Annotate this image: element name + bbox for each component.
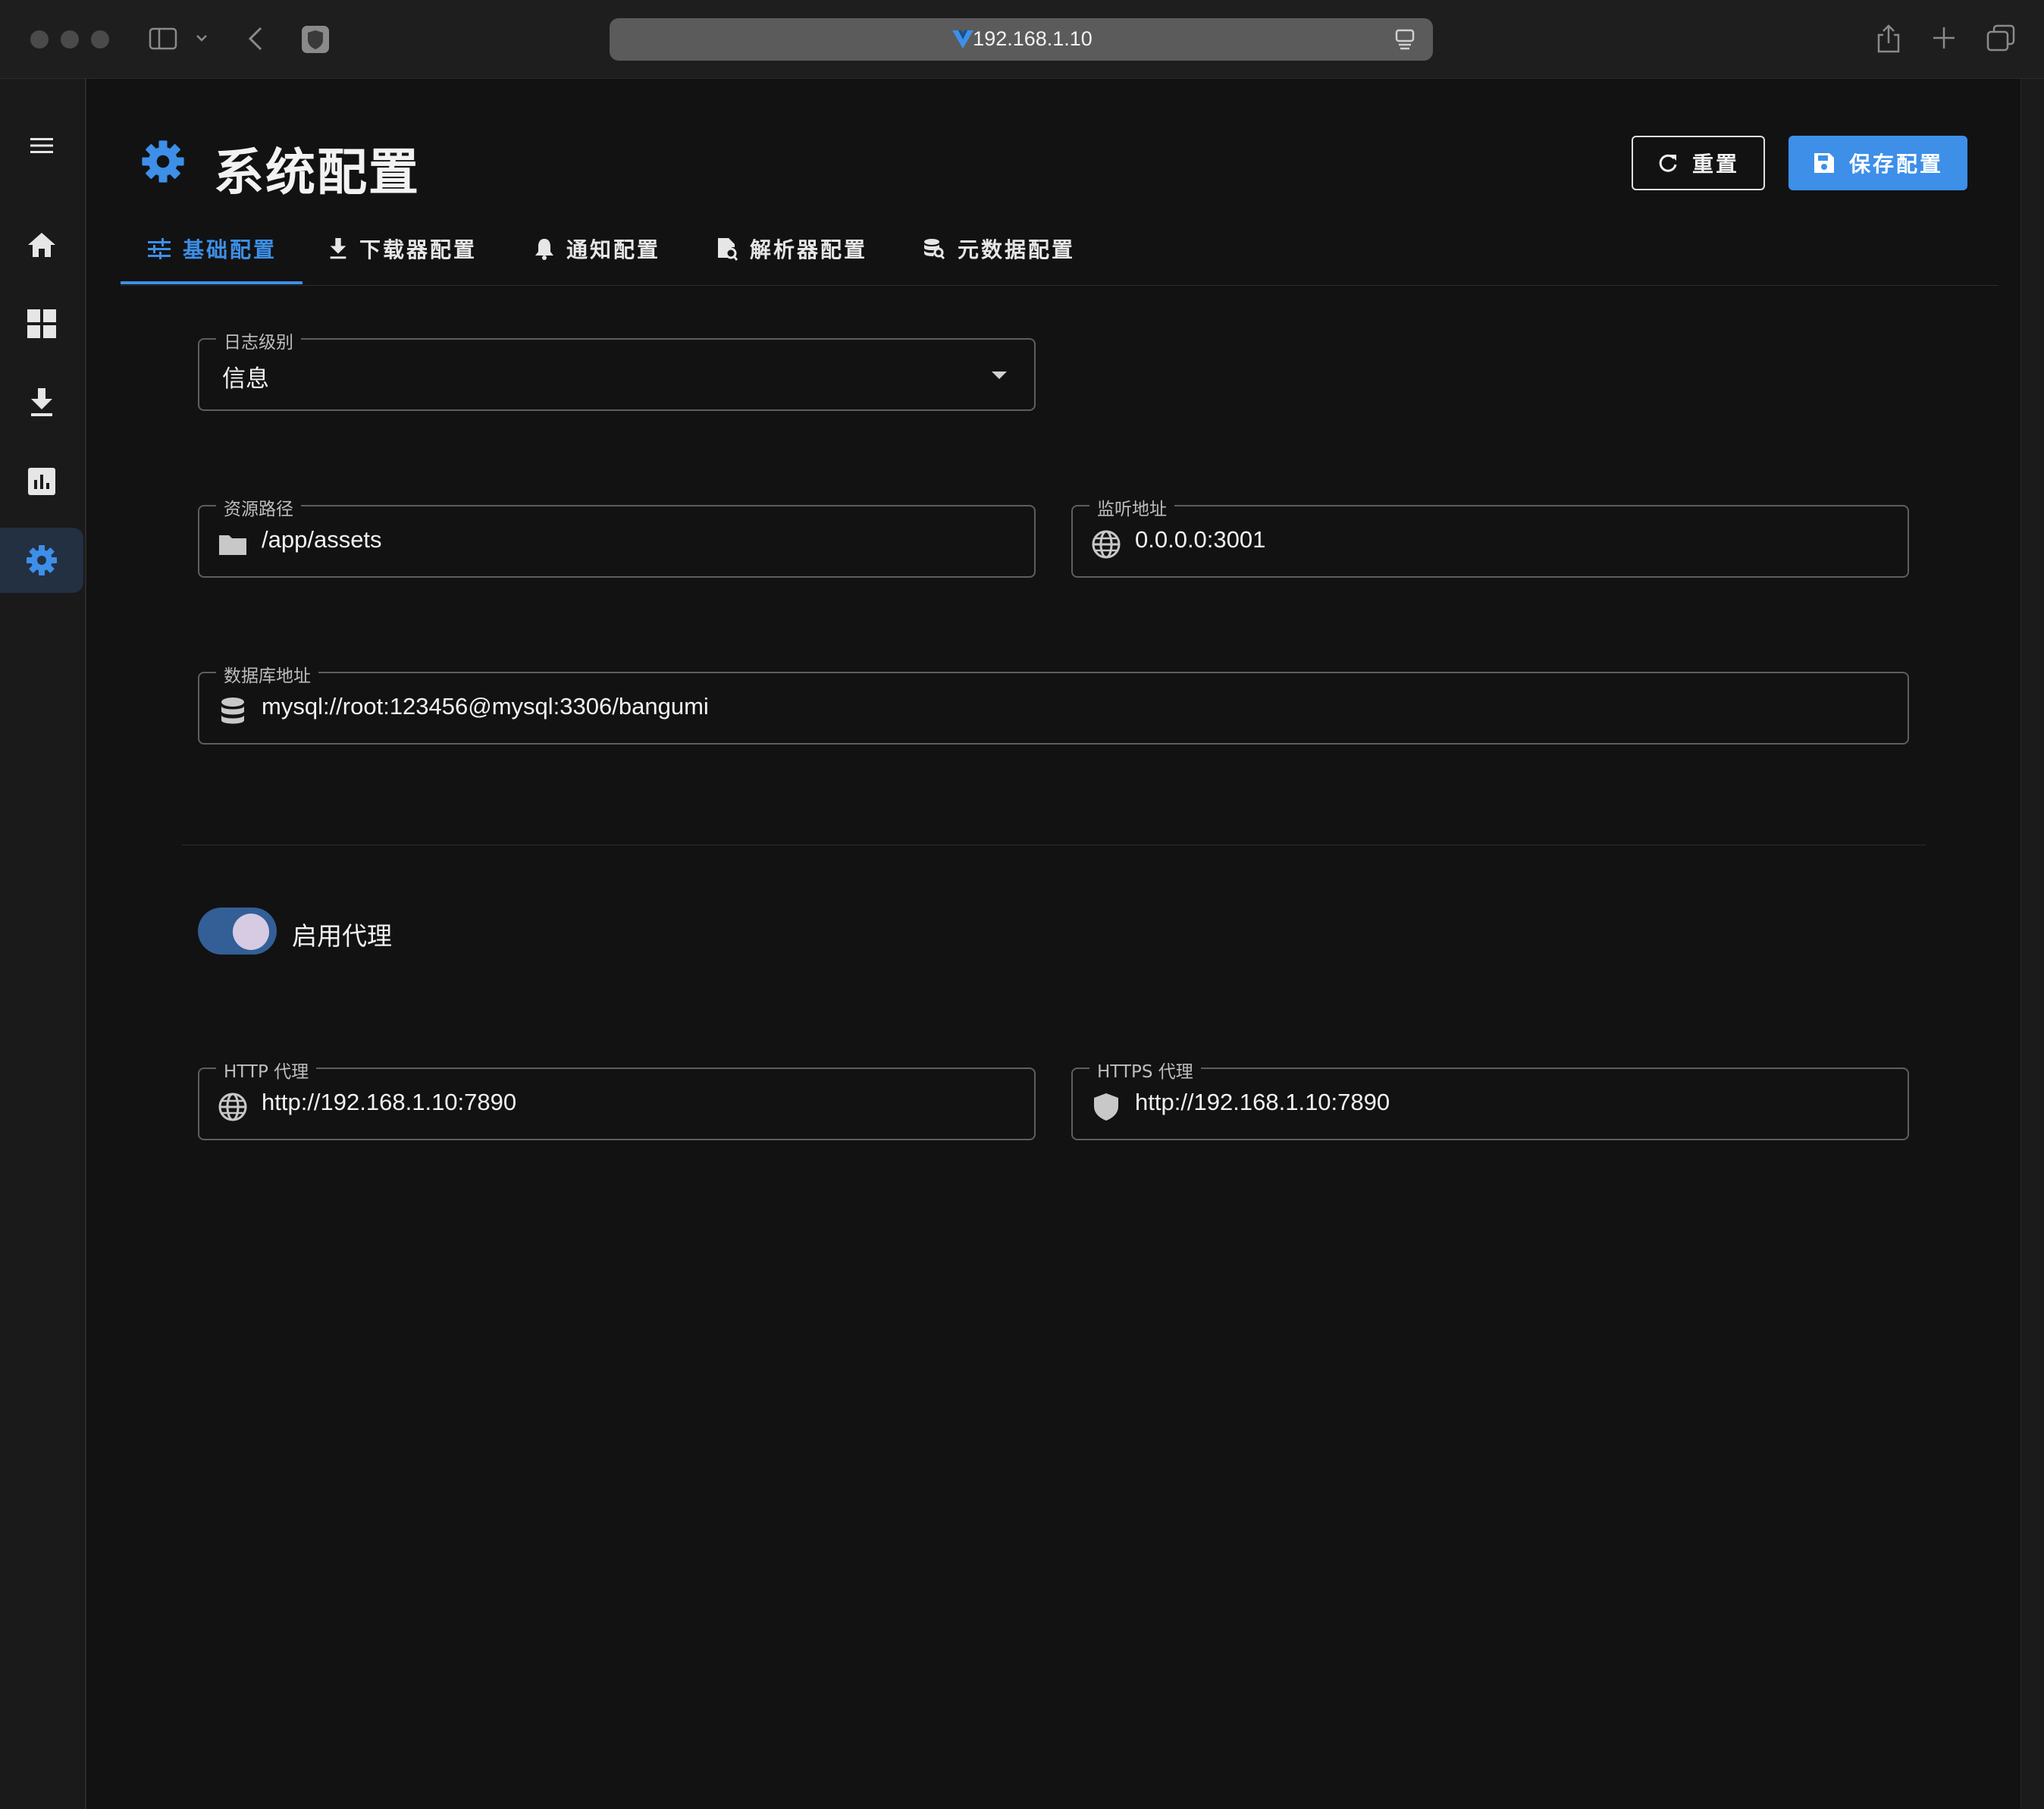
back-icon[interactable] — [247, 26, 264, 52]
file-search-icon — [718, 238, 738, 261]
tab-label: 通知配置 — [566, 237, 661, 262]
sidebar-menu-button[interactable] — [0, 113, 83, 178]
sidebar-item-home[interactable] — [0, 212, 83, 277]
database-url-field[interactable]: 数据库地址 mysql://root:123456@mysql:3306/ban… — [198, 661, 1909, 745]
toggle-knob — [233, 914, 269, 950]
sidebar-toggle-icon[interactable] — [149, 27, 177, 50]
sidebar-item-dashboard[interactable] — [0, 291, 83, 356]
grid-icon — [27, 309, 56, 338]
download-icon — [330, 238, 346, 259]
chevron-down-icon[interactable] — [196, 33, 208, 42]
tab-parser[interactable]: 解析器配置 — [716, 214, 867, 284]
active-tab-indicator — [121, 281, 303, 284]
sidebar-item-settings[interactable] — [0, 528, 83, 593]
main-content: 系统配置 重置 保存配置 基础配置 下载器配置 通知配置 解析器配置 元数据配置… — [86, 79, 2044, 1809]
log-level-value: 信息 — [222, 365, 269, 392]
listen-address-label: 监听地址 — [1089, 494, 1174, 520]
asset-path-label: 资源路径 — [216, 494, 301, 520]
sidebar — [0, 79, 86, 1809]
proxy-toggle-label: 启用代理 — [292, 921, 392, 951]
database-icon — [221, 698, 244, 724]
asset-path-field[interactable]: 资源路径 /app/assets — [198, 494, 1036, 578]
asset-path-value: /app/assets — [262, 526, 382, 553]
save-button-label: 保存配置 — [1848, 152, 1943, 177]
bell-icon — [535, 239, 553, 260]
save-icon — [1814, 153, 1834, 173]
settings-gear-icon — [142, 140, 184, 183]
config-tabs: 基础配置 下载器配置 通知配置 解析器配置 元数据配置 — [121, 214, 1999, 286]
zoom-window-button[interactable] — [91, 30, 109, 49]
shield-extension-icon[interactable] — [300, 24, 331, 55]
tab-label: 基础配置 — [183, 237, 277, 262]
new-tab-icon[interactable] — [1932, 26, 1956, 50]
browser-toolbar: 192.168.1.10 — [0, 0, 2044, 79]
log-level-label: 日志级别 — [216, 328, 301, 353]
database-url-label: 数据库地址 — [216, 661, 318, 687]
reader-icon[interactable] — [1395, 29, 1415, 50]
reset-button-label: 重置 — [1691, 152, 1739, 177]
http-proxy-label: HTTP 代理 — [216, 1057, 317, 1083]
https-proxy-label: HTTPS 代理 — [1089, 1057, 1201, 1083]
tab-overview-icon[interactable] — [1986, 24, 2015, 52]
home-icon — [28, 233, 55, 257]
menu-icon — [30, 138, 53, 153]
share-icon[interactable] — [1876, 23, 1901, 55]
close-window-button[interactable] — [30, 30, 49, 49]
address-text: 192.168.1.10 — [973, 27, 1093, 50]
minimize-window-button[interactable] — [61, 30, 79, 49]
database-url-value: mysql://root:123456@mysql:3306/bangumi — [262, 693, 709, 720]
refresh-icon — [1659, 154, 1677, 172]
sidebar-item-downloads[interactable] — [0, 370, 83, 435]
listen-address-field[interactable]: 监听地址 0.0.0.0:3001 — [1071, 494, 1909, 578]
dropdown-arrow-icon — [992, 372, 1007, 379]
sidebar-item-stats[interactable] — [0, 449, 83, 514]
https-proxy-field[interactable]: HTTPS 代理 http://192.168.1.10:7890 — [1071, 1057, 1909, 1140]
log-level-select[interactable]: 日志级别 信息 — [198, 328, 1036, 411]
https-proxy-value: http://192.168.1.10:7890 — [1135, 1089, 1390, 1115]
sliders-icon — [148, 238, 171, 259]
page-title: 系统配置 — [214, 143, 420, 202]
address-bar[interactable]: 192.168.1.10 — [610, 18, 1433, 61]
folder-icon — [219, 535, 246, 555]
tab-notification[interactable]: 通知配置 — [535, 214, 660, 284]
download-icon — [31, 388, 52, 416]
tab-downloader[interactable]: 下载器配置 — [329, 214, 477, 284]
tab-basic[interactable]: 基础配置 — [148, 214, 277, 284]
gear-icon — [27, 545, 57, 575]
proxy-toggle[interactable] — [198, 908, 277, 955]
tab-label: 元数据配置 — [958, 237, 1076, 262]
tab-label: 下载器配置 — [359, 237, 478, 262]
save-button[interactable]: 保存配置 — [1788, 136, 1967, 190]
reset-button[interactable]: 重置 — [1632, 136, 1765, 190]
http-proxy-value: http://192.168.1.10:7890 — [262, 1089, 517, 1115]
bar-chart-icon — [28, 468, 55, 495]
tab-metadata[interactable]: 元数据配置 — [923, 214, 1075, 284]
listen-address-value: 0.0.0.0:3001 — [1135, 526, 1266, 553]
tab-label: 解析器配置 — [750, 237, 868, 262]
http-proxy-field[interactable]: HTTP 代理 http://192.168.1.10:7890 — [198, 1057, 1036, 1140]
shield-icon — [1094, 1093, 1118, 1121]
globe-icon — [1092, 530, 1121, 559]
database-search-icon — [924, 239, 945, 260]
globe-icon — [218, 1093, 247, 1121]
